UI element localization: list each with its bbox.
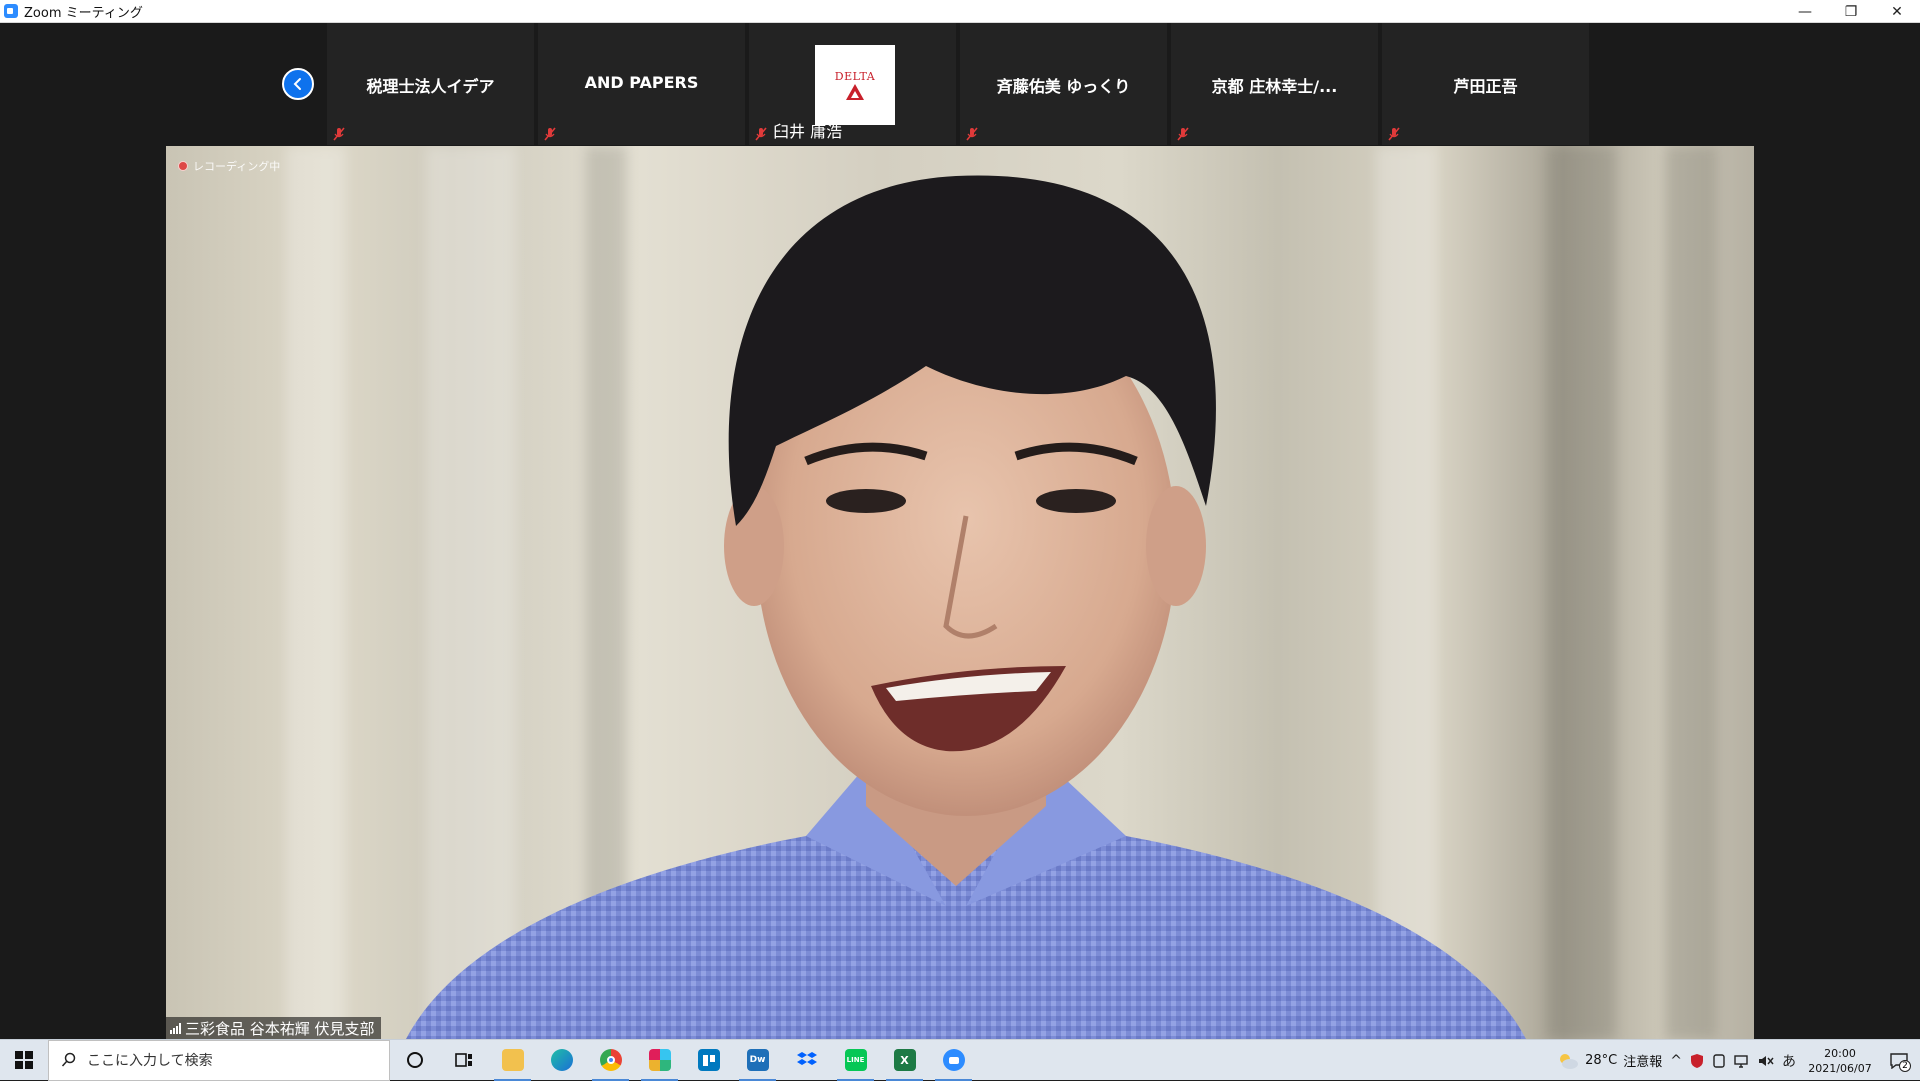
network-icon[interactable] bbox=[1734, 1054, 1750, 1068]
mic-muted-icon bbox=[333, 127, 345, 141]
trello-button[interactable] bbox=[684, 1040, 733, 1081]
chevron-up-icon[interactable]: ^ bbox=[1670, 1053, 1682, 1069]
weather-cloud-sun-icon bbox=[1560, 1053, 1579, 1069]
participant-tile[interactable]: AND PAPERS bbox=[538, 23, 747, 145]
record-dot-icon bbox=[178, 161, 188, 171]
delta-triangle-icon bbox=[846, 83, 864, 100]
participant-logo: DELTA bbox=[815, 45, 895, 125]
active-speaker-video[interactable]: レコーディング中 三彩食品 谷本祐輝 伏見支部 bbox=[166, 146, 1754, 1039]
line-icon: LINE bbox=[844, 1049, 867, 1071]
dropbox-icon bbox=[796, 1052, 817, 1065]
system-tray: 28°C 注意報 ^ あ 20:00 2021/06/07 2 bbox=[1557, 1040, 1920, 1081]
temperature: 28°C bbox=[1585, 1053, 1618, 1068]
recording-label: レコーディング中 bbox=[193, 160, 281, 173]
participant-strip: 税理士法人イデア AND PAPERS DELTA 臼井 庸浩 斉藤佑美 ゆっく… bbox=[0, 23, 1920, 145]
participant-name: 税理士法人イデア bbox=[366, 77, 495, 96]
active-speaker-name: 三彩食品 谷本祐輝 伏見支部 bbox=[185, 1019, 375, 1038]
logo-text: DELTA bbox=[834, 69, 876, 83]
notification-count: 2 bbox=[1899, 1059, 1911, 1072]
restore-button[interactable]: ❐ bbox=[1828, 0, 1874, 23]
participant-name: 臼井 庸浩 bbox=[773, 122, 843, 141]
window-controls: — ❐ ✕ bbox=[1782, 0, 1920, 23]
chevron-left-icon bbox=[293, 78, 301, 90]
device-icon[interactable] bbox=[1712, 1053, 1726, 1068]
cortana-icon bbox=[406, 1052, 423, 1068]
participant-name: 斉藤佑美 ゆっくり bbox=[996, 77, 1131, 96]
ime-indicator[interactable]: あ bbox=[1782, 1051, 1796, 1071]
volume-muted-icon[interactable] bbox=[1758, 1054, 1774, 1068]
search-icon bbox=[61, 1052, 76, 1067]
mic-muted-icon bbox=[1177, 127, 1189, 141]
windows-logo-icon bbox=[15, 1051, 33, 1069]
chrome-button[interactable] bbox=[586, 1040, 635, 1081]
minimize-button[interactable]: — bbox=[1782, 0, 1828, 23]
slack-icon bbox=[648, 1049, 671, 1071]
participant-name: AND PAPERS bbox=[584, 73, 699, 92]
zoom-icon bbox=[942, 1049, 965, 1071]
trello-icon bbox=[697, 1049, 720, 1071]
chrome-icon bbox=[599, 1049, 622, 1071]
active-speaker-name-tag: 三彩食品 谷本祐輝 伏見支部 bbox=[166, 1017, 381, 1039]
weather-widget[interactable]: 28°C 注意報 bbox=[1557, 1051, 1662, 1070]
excel-icon: X bbox=[893, 1049, 916, 1071]
excel-button[interactable]: X bbox=[880, 1040, 929, 1081]
mic-muted-icon bbox=[544, 127, 556, 141]
slack-button[interactable] bbox=[635, 1040, 684, 1081]
window-title: Zoom ミーティング bbox=[24, 5, 143, 21]
participant-tile[interactable]: 斉藤佑美 ゆっくり bbox=[960, 23, 1169, 145]
participant-tile[interactable]: 芦田正吾 bbox=[1382, 23, 1591, 145]
participant-tile[interactable]: 税理士法人イデア bbox=[327, 23, 536, 145]
mic-muted-icon bbox=[966, 127, 978, 141]
security-shield-icon[interactable] bbox=[1690, 1053, 1704, 1069]
mic-muted-icon bbox=[755, 127, 767, 141]
line-button[interactable]: LINE bbox=[831, 1040, 880, 1081]
search-placeholder: ここに入力して検索 bbox=[87, 1053, 213, 1069]
signal-strength-icon bbox=[170, 1022, 181, 1034]
participant-tile[interactable]: DELTA 臼井 庸浩 bbox=[749, 23, 958, 145]
weather-alert: 注意報 bbox=[1623, 1055, 1663, 1070]
recording-indicator: レコーディング中 bbox=[178, 158, 280, 174]
participant-tile[interactable]: 京都 庄林幸士/... bbox=[1171, 23, 1380, 145]
meeting-area: 税理士法人イデア AND PAPERS DELTA 臼井 庸浩 斉藤佑美 ゆっく… bbox=[0, 23, 1920, 1039]
close-button[interactable]: ✕ bbox=[1874, 0, 1920, 23]
mic-muted-icon bbox=[1388, 127, 1400, 141]
edge-button[interactable] bbox=[537, 1040, 586, 1081]
speaker-person bbox=[406, 175, 1526, 1039]
task-view-button[interactable] bbox=[439, 1040, 488, 1081]
zoom-button[interactable] bbox=[929, 1040, 978, 1081]
title-bar: Zoom ミーティング — ❐ ✕ bbox=[0, 0, 1920, 23]
dropbox-button[interactable] bbox=[782, 1040, 831, 1081]
edge-icon bbox=[550, 1049, 573, 1071]
clock-date: 2021/06/07 bbox=[1808, 1061, 1872, 1075]
clock-time: 20:00 bbox=[1824, 1046, 1856, 1060]
cortana-button[interactable] bbox=[390, 1040, 439, 1081]
file-explorer-icon bbox=[501, 1049, 524, 1071]
participant-name: 京都 庄林幸士/... bbox=[1211, 77, 1338, 96]
clock[interactable]: 20:00 2021/06/07 bbox=[1804, 1046, 1876, 1076]
notification-center-button[interactable]: 2 bbox=[1884, 1046, 1914, 1076]
taskbar: ここに入力して検索 Dw LINE X 28°C 注意報 ^ あ 20:00 2… bbox=[0, 1039, 1920, 1081]
participant-name: 芦田正吾 bbox=[1453, 77, 1518, 96]
dreamweaver-button[interactable]: Dw bbox=[733, 1040, 782, 1081]
zoom-app-icon bbox=[4, 4, 18, 18]
start-button[interactable] bbox=[0, 1040, 48, 1081]
file-explorer-button[interactable] bbox=[488, 1040, 537, 1081]
task-view-icon bbox=[454, 1053, 472, 1067]
taskbar-search-box[interactable]: ここに入力して検索 bbox=[48, 1039, 390, 1081]
dreamweaver-icon: Dw bbox=[746, 1049, 769, 1071]
prev-page-button[interactable] bbox=[282, 68, 314, 100]
